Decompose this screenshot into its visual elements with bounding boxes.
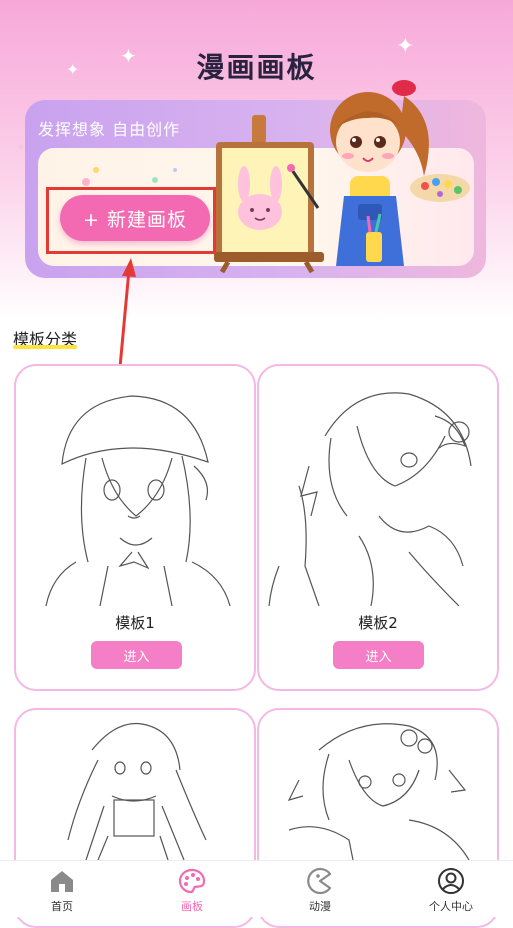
- banner-tagline: 发挥想象 自由创作: [38, 120, 181, 139]
- tab-drawing-board[interactable]: 画板: [142, 861, 242, 918]
- template-card[interactable]: 模板2 进入: [257, 364, 499, 691]
- page-title: 漫画画板: [196, 51, 317, 84]
- template-card[interactable]: 模板1 进入: [14, 364, 256, 691]
- enter-button[interactable]: 进入: [91, 641, 182, 669]
- tab-home[interactable]: 首页: [12, 861, 112, 918]
- tab-profile[interactable]: 个人中心: [401, 861, 501, 918]
- tab-label: 动漫: [309, 900, 331, 913]
- palette-icon: [178, 868, 206, 894]
- bottom-tab-bar: 首页 画板 动漫 个人中心: [0, 860, 513, 917]
- template-title: 模板2: [358, 614, 398, 632]
- home-icon: [51, 871, 73, 892]
- tab-anime[interactable]: 动漫: [270, 861, 370, 918]
- template-sketch: [287, 723, 470, 870]
- user-icon: [438, 868, 464, 894]
- enter-button[interactable]: 进入: [333, 641, 424, 669]
- pacman-icon: [307, 867, 332, 895]
- tab-label: 个人中心: [429, 900, 473, 913]
- template-sketch: [67, 722, 207, 861]
- template-sketch: [45, 395, 231, 606]
- annotation-highlight-box: [46, 187, 216, 254]
- section-title-underline: [13, 345, 77, 349]
- template-title: 模板1: [115, 614, 155, 632]
- tab-label: 画板: [181, 900, 203, 913]
- tab-label: 首页: [51, 900, 73, 913]
- template-sketch: [268, 392, 472, 606]
